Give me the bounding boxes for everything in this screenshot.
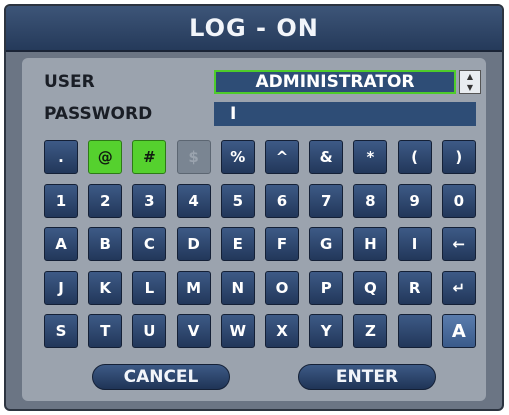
key-q[interactable]: Q (353, 270, 388, 305)
key-j[interactable]: J (44, 270, 78, 305)
key-m[interactable]: M (176, 270, 211, 305)
key-z[interactable]: Z (353, 314, 388, 348)
key-at[interactable]: @ (88, 140, 123, 174)
key-l[interactable]: L (132, 270, 167, 305)
key-1[interactable]: 1 (44, 183, 78, 218)
user-field[interactable]: ADMINISTRATOR (214, 70, 456, 94)
key-6[interactable]: 6 (265, 183, 299, 218)
key-close-paren[interactable]: ) (441, 140, 476, 174)
key-ampersand[interactable]: & (309, 140, 344, 174)
key-9[interactable]: 9 (397, 183, 432, 218)
password-label: PASSWORD (44, 104, 153, 124)
enter-icon[interactable]: ↵ (441, 270, 476, 305)
key-w[interactable]: W (220, 314, 255, 348)
key-v[interactable]: V (176, 314, 211, 348)
key-s[interactable]: S (44, 314, 78, 348)
key-hash[interactable]: # (132, 140, 167, 174)
key-caps-toggle[interactable]: A (441, 314, 476, 348)
key-e[interactable]: E (220, 227, 255, 261)
key-p[interactable]: P (309, 270, 344, 305)
key-y[interactable]: Y (309, 314, 344, 348)
key-open-paren[interactable]: ( (397, 140, 432, 174)
key-r[interactable]: R (397, 270, 432, 305)
key-blank[interactable] (397, 314, 432, 348)
key-b[interactable]: B (88, 227, 123, 261)
key-o[interactable]: O (265, 270, 299, 305)
enter-button[interactable]: ENTER (298, 364, 436, 390)
spinner-down-icon[interactable]: ▼ (467, 83, 473, 92)
key-h[interactable]: H (353, 227, 388, 261)
dialog-title: LOG - ON (6, 6, 502, 52)
key-n[interactable]: N (220, 270, 255, 305)
key-2[interactable]: 2 (88, 183, 123, 218)
key-d[interactable]: D (176, 227, 211, 261)
key-3[interactable]: 3 (132, 183, 167, 218)
spinner-up-icon[interactable]: ▲ (467, 72, 473, 81)
key-k[interactable]: K (88, 270, 123, 305)
key-7[interactable]: 7 (309, 183, 344, 218)
key-t[interactable]: T (88, 314, 123, 348)
user-spinner[interactable]: ▲ ▼ (459, 70, 481, 94)
key-4[interactable]: 4 (176, 183, 211, 218)
key-percent[interactable]: % (220, 140, 255, 174)
key-asterisk[interactable]: * (353, 140, 388, 174)
key-a[interactable]: A (44, 227, 78, 261)
key-dollar[interactable]: $ (176, 140, 211, 174)
key-i[interactable]: I (397, 227, 432, 261)
key-0[interactable]: 0 (441, 183, 476, 218)
cancel-button[interactable]: CANCEL (92, 364, 230, 390)
key-x[interactable]: X (265, 314, 299, 348)
key-c[interactable]: C (132, 227, 167, 261)
key-period[interactable]: . (44, 140, 78, 174)
password-field[interactable]: I (214, 102, 476, 126)
key-u[interactable]: U (132, 314, 167, 348)
logon-dialog: LOG - ON USER ADMINISTRATOR ▲ ▼ PASSWORD… (4, 4, 504, 411)
key-8[interactable]: 8 (353, 183, 388, 218)
key-f[interactable]: F (265, 227, 299, 261)
user-label: USER (44, 72, 95, 92)
key-5[interactable]: 5 (220, 183, 255, 218)
key-caret[interactable]: ^ (265, 140, 299, 174)
logon-panel: USER ADMINISTRATOR ▲ ▼ PASSWORD I . @ # $% ^… (22, 58, 486, 401)
key-g[interactable]: G (309, 227, 344, 261)
backspace-icon[interactable]: ← (441, 227, 476, 261)
